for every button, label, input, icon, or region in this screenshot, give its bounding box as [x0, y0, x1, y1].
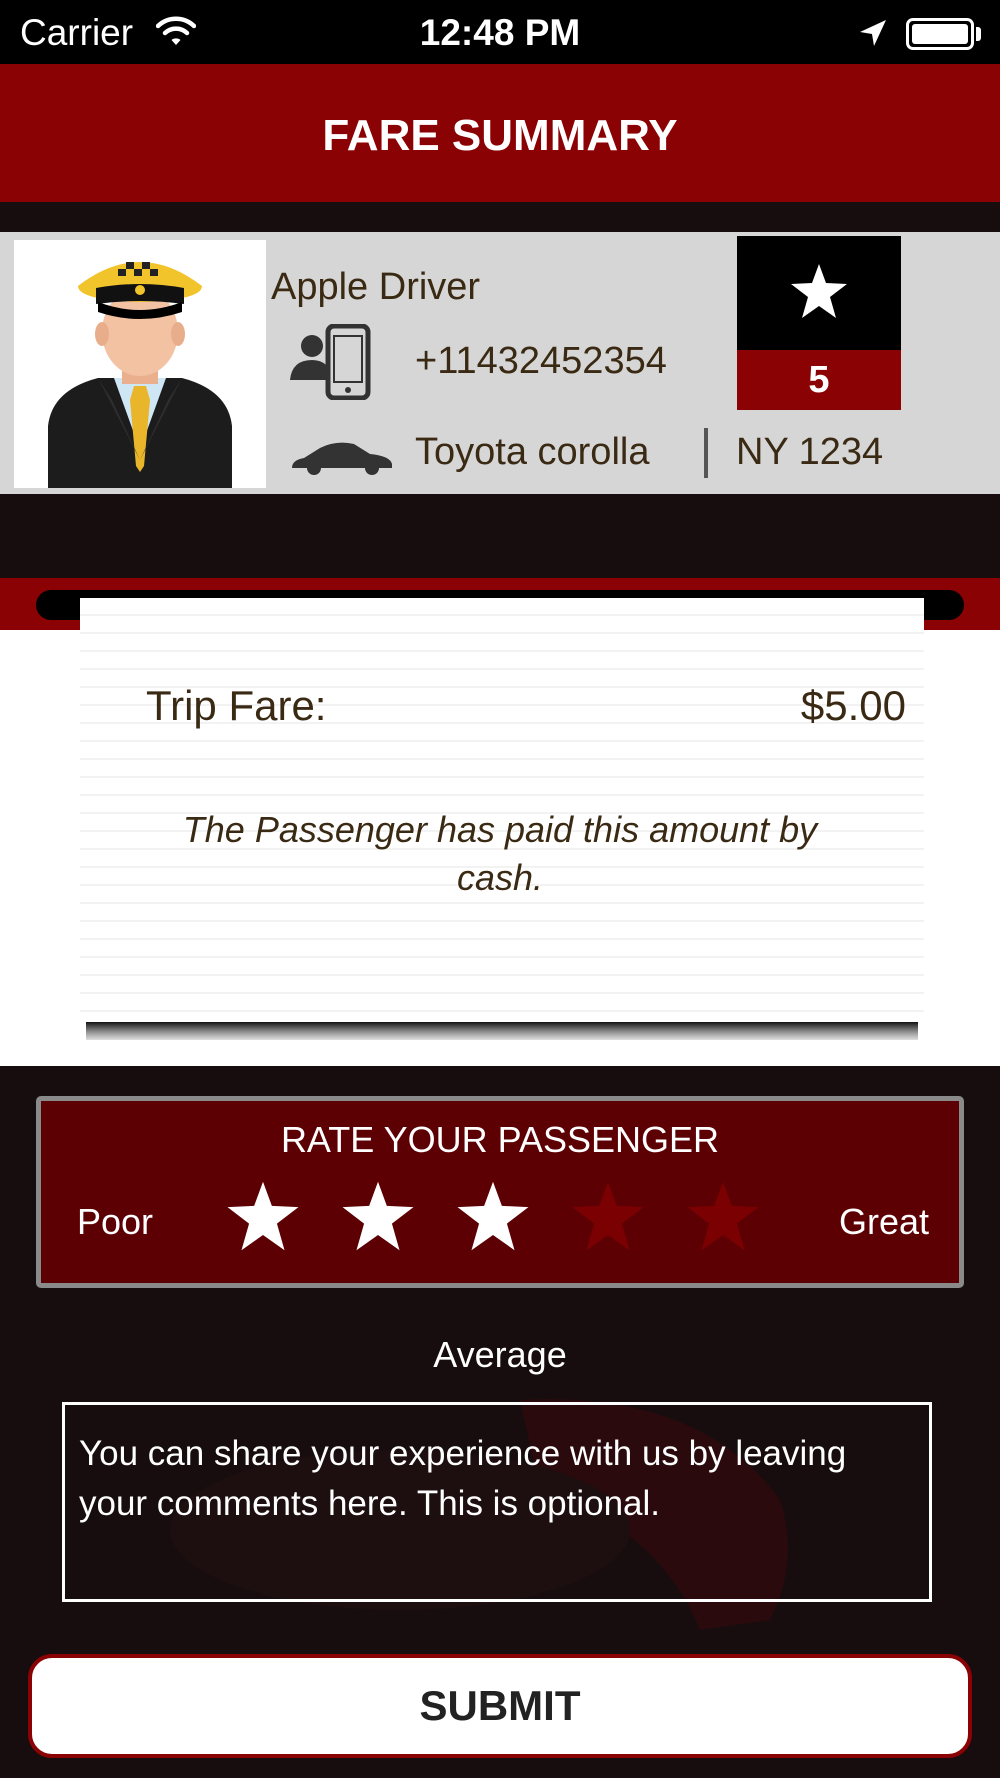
driver-phone: +11432452354	[415, 340, 667, 382]
receipt-torn-edge	[86, 1012, 918, 1040]
driver-car-model: Toyota corolla	[415, 431, 650, 473]
rating-description: Average	[433, 1334, 567, 1375]
clock: 12:48 PM	[419, 12, 581, 53]
phone-contact-icon	[290, 324, 371, 400]
submit-button[interactable]: SUBMIT	[28, 1654, 972, 1758]
payment-note: The Passenger has paid this amount by ca…	[182, 809, 818, 898]
rating-star-1-icon[interactable]	[225, 1179, 301, 1253]
location-arrow-icon	[860, 20, 886, 46]
driver-name: Apple Driver	[271, 266, 481, 308]
plate-divider	[704, 428, 708, 478]
rating-low-label: Poor	[77, 1201, 154, 1242]
status-bar: Carrier 12:48 PM	[0, 0, 1000, 64]
driver-avatar	[14, 240, 266, 488]
rate-passenger-panel: RATE YOUR PASSENGER Poor Great	[36, 1096, 964, 1288]
trip-fare-label: Trip Fare:	[146, 682, 327, 729]
rating-star-4-icon[interactable]	[570, 1179, 646, 1253]
battery-icon	[906, 18, 974, 50]
page-title: FARE SUMMARY	[322, 111, 678, 160]
rating-high-label: Great	[839, 1201, 930, 1242]
driver-card: Apple Driver +11432452354 Toyota corolla…	[0, 232, 1000, 494]
car-icon	[292, 442, 392, 475]
rating-star-3-icon[interactable]	[455, 1179, 531, 1253]
rating-badge-top	[737, 236, 901, 350]
battery-tip	[976, 27, 981, 41]
trip-fare-amount: $5.00	[800, 682, 906, 729]
driver-rating-badge: 5	[737, 236, 901, 410]
star-icon	[791, 264, 847, 318]
taxi-driver-icon	[48, 262, 232, 488]
driver-plate: NY 1234	[736, 431, 884, 473]
rating-star-5-icon[interactable]	[685, 1179, 761, 1253]
nav-bar: FARE SUMMARY	[0, 64, 1000, 202]
rate-passenger-title: RATE YOUR PASSENGER	[280, 1119, 720, 1160]
comments-textarea[interactable]: You can share your experience with us by…	[62, 1402, 932, 1602]
driver-rating-value: 5	[737, 350, 901, 410]
comments-placeholder: You can share your experience with us by…	[79, 1434, 847, 1523]
rating-star-2-icon[interactable]	[340, 1179, 416, 1253]
